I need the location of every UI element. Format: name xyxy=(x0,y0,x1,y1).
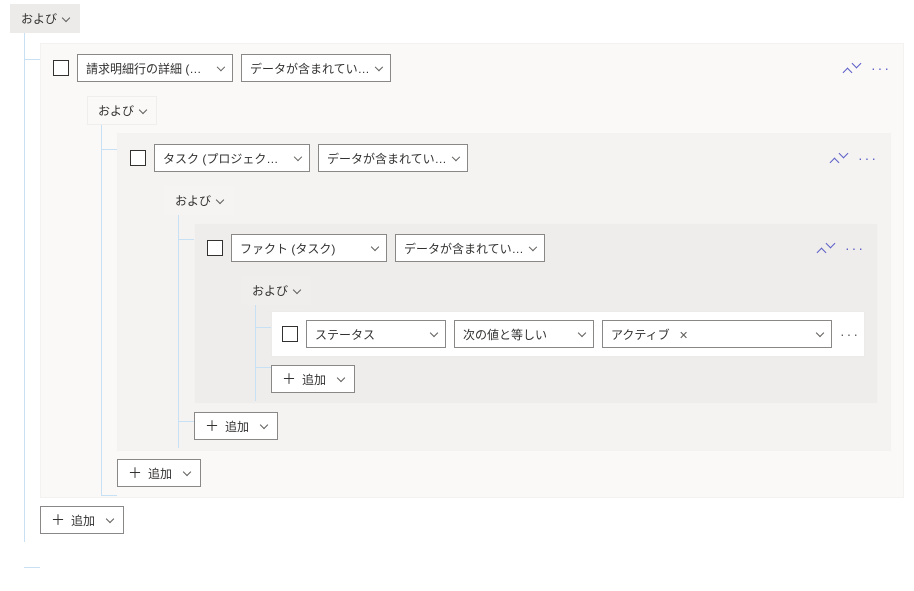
entity-label: 請求明細行の詳細 (プロ… xyxy=(86,60,212,77)
chevron-down-icon xyxy=(430,329,438,337)
chevron-down-icon xyxy=(217,63,225,71)
condition-label: データが含まれています xyxy=(404,240,524,257)
chevron-down-icon xyxy=(452,153,460,161)
and-operator-l1[interactable]: および xyxy=(87,96,157,125)
add-label: 追加 xyxy=(71,512,95,529)
tree-rail xyxy=(87,125,117,495)
add-label: 追加 xyxy=(148,465,172,482)
and-operator-l3[interactable]: および xyxy=(241,276,311,305)
entity-label: タスク (プロジェクト … xyxy=(163,150,289,167)
tree-rail xyxy=(241,305,271,401)
condition-label: データが含まれています xyxy=(250,60,370,77)
operator-label: 次の値と等しい xyxy=(463,326,547,343)
and-operator-label: および xyxy=(175,192,211,209)
chevron-down-icon xyxy=(293,285,301,293)
entity-select-l2[interactable]: タスク (プロジェクト … xyxy=(154,144,310,172)
plus-icon: ＋ xyxy=(51,513,65,527)
chevron-down-icon xyxy=(375,63,383,71)
chevron-down-icon xyxy=(106,515,114,523)
entity-select-l1[interactable]: 請求明細行の詳細 (プロ… xyxy=(77,54,233,82)
tree-rail xyxy=(164,215,194,448)
chevron-down-icon xyxy=(337,374,345,382)
field-select-leaf[interactable]: ステータス xyxy=(306,320,446,348)
plus-icon: ＋ xyxy=(205,419,219,433)
more-menu-l2[interactable]: ··· xyxy=(858,151,878,165)
row-checkbox-leaf[interactable] xyxy=(282,326,298,342)
value-label: アクティブ xyxy=(611,328,670,342)
and-operator-l2[interactable]: および xyxy=(164,186,234,215)
plus-icon: ＋ xyxy=(128,466,142,480)
chevron-down-icon xyxy=(216,195,224,203)
tree-rail xyxy=(10,33,40,542)
entity-label: ファクト (タスク) xyxy=(240,240,335,257)
more-menu-l1[interactable]: ··· xyxy=(871,61,891,75)
add-button-l4[interactable]: ＋ 追加 xyxy=(271,365,355,393)
and-operator-label: および xyxy=(21,10,57,27)
chevron-down-icon xyxy=(139,105,147,113)
chevron-down-icon xyxy=(183,468,191,476)
plus-icon: ＋ xyxy=(282,372,296,386)
chevron-down-icon xyxy=(294,153,302,161)
add-label: 追加 xyxy=(302,371,326,388)
chevron-down-icon xyxy=(371,243,379,251)
more-menu-l3[interactable]: ··· xyxy=(845,241,865,255)
more-menu-leaf[interactable]: ··· xyxy=(840,327,860,341)
collapse-icon[interactable] xyxy=(819,241,833,255)
add-button-l1[interactable]: ＋ 追加 xyxy=(40,506,124,534)
add-button-l2[interactable]: ＋ 追加 xyxy=(117,459,201,487)
condition-select-l3[interactable]: データが含まれています xyxy=(395,234,545,262)
value-select-leaf[interactable]: アクティブ ✕ xyxy=(602,320,832,348)
chevron-down-icon xyxy=(62,13,70,21)
condition-select-l1[interactable]: データが含まれています xyxy=(241,54,391,82)
operator-select-leaf[interactable]: 次の値と等しい xyxy=(454,320,594,348)
row-checkbox-l1[interactable] xyxy=(53,60,69,76)
entity-select-l3[interactable]: ファクト (タスク) xyxy=(231,234,387,262)
condition-label: データが含まれています xyxy=(327,150,447,167)
chevron-down-icon xyxy=(578,329,586,337)
collapse-icon[interactable] xyxy=(845,61,859,75)
and-operator-label: および xyxy=(252,282,288,299)
collapse-icon[interactable] xyxy=(832,151,846,165)
remove-value-icon[interactable]: ✕ xyxy=(679,330,688,342)
and-operator-root[interactable]: および xyxy=(10,4,80,33)
chevron-down-icon xyxy=(260,421,268,429)
chevron-down-icon xyxy=(529,243,537,251)
row-checkbox-l3[interactable] xyxy=(207,240,223,256)
add-label: 追加 xyxy=(225,418,249,435)
and-operator-label: および xyxy=(98,102,134,119)
row-checkbox-l2[interactable] xyxy=(130,150,146,166)
chevron-down-icon xyxy=(816,329,824,337)
add-button-l3[interactable]: ＋ 追加 xyxy=(194,412,278,440)
condition-select-l2[interactable]: データが含まれています xyxy=(318,144,468,172)
field-label: ステータス xyxy=(315,326,375,343)
